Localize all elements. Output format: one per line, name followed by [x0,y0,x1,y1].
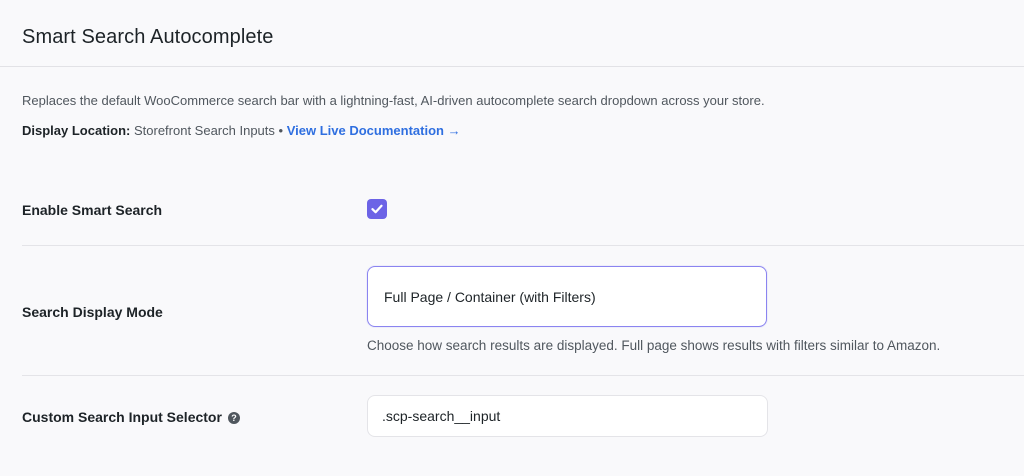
custom-selector-label: Custom Search Input Selector? [22,409,240,425]
page-header: Smart Search Autocomplete [0,0,1024,67]
location-label: Display Location: [22,123,131,138]
display-location: Display Location: Storefront Search Inpu… [22,123,461,138]
search-display-mode-select[interactable]: Full Page / Container (with Filters) [367,266,767,327]
checkmark-icon [371,204,383,214]
enable-smart-search-checkbox[interactable] [367,199,387,219]
location-value: Storefront Search Inputs [133,123,275,138]
row-divider [22,245,1024,246]
search-display-mode-label: Search Display Mode [22,304,163,320]
custom-selector-input[interactable] [367,395,768,437]
enable-smart-search-label: Enable Smart Search [22,202,163,218]
description: Replaces the default WooCommerce search … [22,93,765,108]
question-circle-icon[interactable]: ? [227,412,240,424]
row-divider [22,375,1024,376]
separator: • [278,123,284,138]
custom-selector-label-text: Custom Search Input Selector [22,409,222,425]
page-title: Smart Search Autocomplete [22,26,274,48]
documentation-link[interactable]: View Live Documentation → [287,123,461,138]
search-display-mode-value: Full Page / Container (with Filters) [384,289,596,305]
search-display-mode-help: Choose how search results are displayed.… [367,338,941,353]
